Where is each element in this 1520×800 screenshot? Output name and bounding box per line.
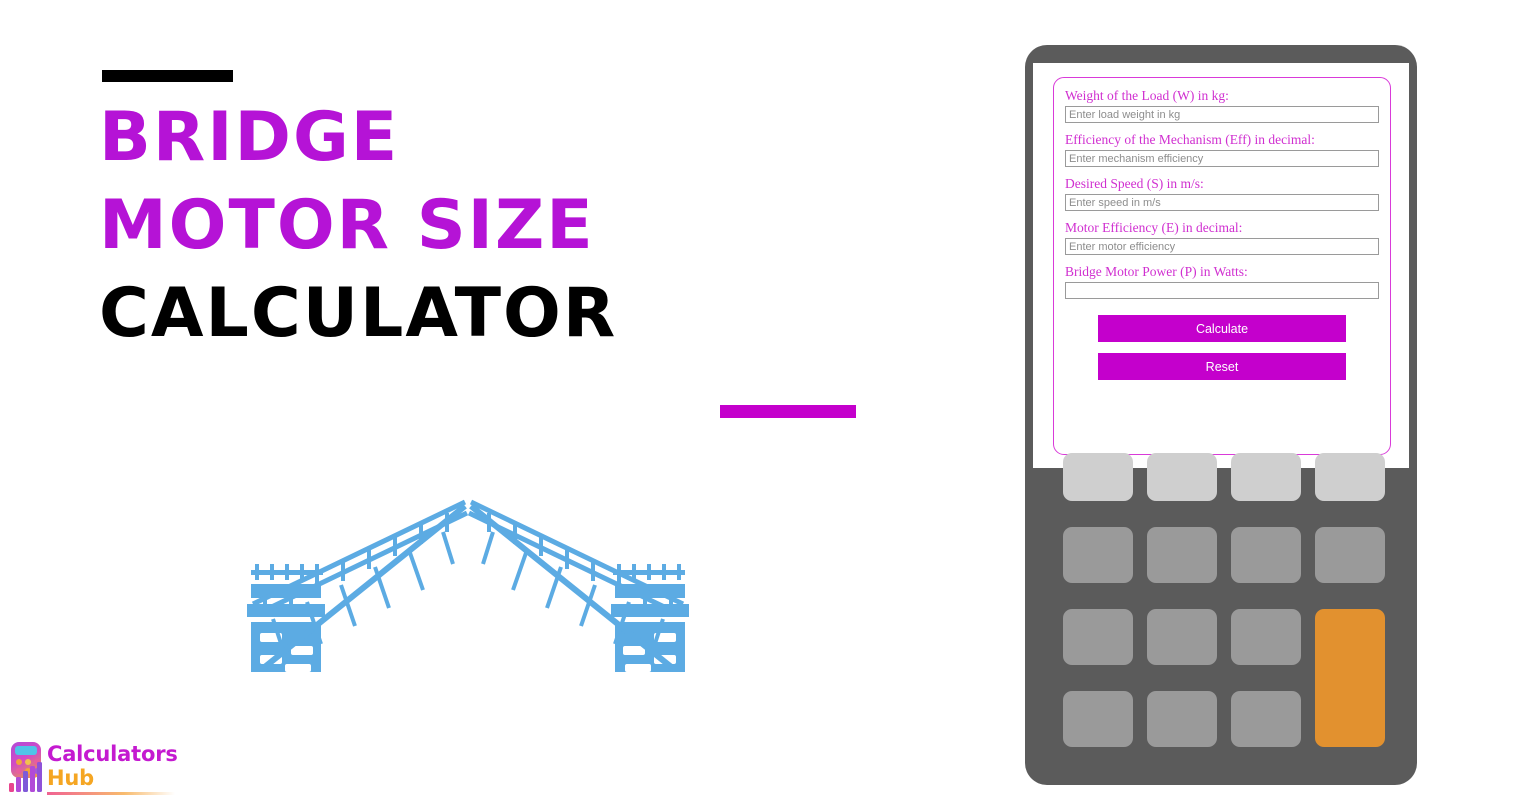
keypad-key-equals[interactable] — [1315, 609, 1385, 747]
keypad-key-r1c1[interactable] — [1063, 453, 1133, 501]
keypad-key-r3c1[interactable] — [1063, 609, 1133, 665]
field-desired-speed: Desired Speed (S) in m/s: — [1065, 176, 1379, 211]
keypad-key-r3c2[interactable] — [1147, 609, 1217, 665]
poster-root: BRIDGE MOTOR SIZE CALCULATOR Calculators… — [0, 0, 1520, 800]
reset-button[interactable]: Reset — [1098, 353, 1346, 380]
keypad-key-r1c3[interactable] — [1231, 453, 1301, 501]
field-motor-efficiency: Motor Efficiency (E) in decimal: — [1065, 220, 1379, 255]
logo-bar-chart — [9, 762, 43, 792]
keypad-key-r2c2[interactable] — [1147, 527, 1217, 583]
field-label: Motor Efficiency (E) in decimal: — [1065, 220, 1243, 235]
calculator-bars-icon — [5, 740, 45, 792]
field-label: Weight of the Load (W) in kg: — [1065, 88, 1229, 103]
field-bridge-motor-power: Bridge Motor Power (P) in Watts: — [1065, 264, 1379, 299]
field-weight-of-load: Weight of the Load (W) in kg: — [1065, 88, 1379, 123]
title-line-1: BRIDGE — [99, 98, 400, 177]
title-top-accent-bar — [102, 70, 233, 82]
logo-text-calculators: Calculators — [47, 742, 178, 766]
field-label: Bridge Motor Power (P) in Watts: — [1065, 264, 1248, 279]
logo-calculator-screen — [15, 746, 37, 755]
keypad-key-r4c1[interactable] — [1063, 691, 1133, 747]
logo-text-hub: Hub — [47, 766, 94, 790]
field-label: Desired Speed (S) in m/s: — [1065, 176, 1204, 191]
weight-of-load-input[interactable] — [1065, 106, 1379, 123]
logo-underline — [47, 792, 175, 795]
logo-wordmark: Calculators Hub — [47, 742, 178, 790]
site-logo[interactable]: Calculators Hub — [5, 740, 185, 798]
keypad-key-r1c4[interactable] — [1315, 453, 1385, 501]
motor-efficiency-input[interactable] — [1065, 238, 1379, 255]
field-label: Efficiency of the Mechanism (Eff) in dec… — [1065, 132, 1315, 147]
calculator-device: Weight of the Load (W) in kg: Efficiency… — [1025, 45, 1417, 785]
keypad-key-r1c2[interactable] — [1147, 453, 1217, 501]
desired-speed-input[interactable] — [1065, 194, 1379, 211]
keypad-key-r2c4[interactable] — [1315, 527, 1385, 583]
keypad-key-r2c3[interactable] — [1231, 527, 1301, 583]
keypad-key-r3c3[interactable] — [1231, 609, 1301, 665]
bridge-motor-power-output[interactable] — [1065, 282, 1379, 299]
title-bottom-accent-bar — [720, 405, 856, 418]
form-actions: Calculate Reset — [1065, 315, 1379, 380]
keypad-key-r4c3[interactable] — [1231, 691, 1301, 747]
mechanism-efficiency-input[interactable] — [1065, 150, 1379, 167]
keypad-key-r4c2[interactable] — [1147, 691, 1217, 747]
title-line-3: CALCULATOR — [99, 274, 618, 353]
title-line-2: MOTOR SIZE — [99, 186, 595, 265]
calculator-form: Weight of the Load (W) in kg: Efficiency… — [1053, 77, 1391, 455]
keypad-key-r2c1[interactable] — [1063, 527, 1133, 583]
calculator-keypad — [1063, 453, 1385, 753]
drawbridge-illustration — [243, 492, 693, 673]
page-title: BRIDGE MOTOR SIZE CALCULATOR — [99, 70, 929, 418]
calculate-button[interactable]: Calculate — [1098, 315, 1346, 342]
calculator-screen: Weight of the Load (W) in kg: Efficiency… — [1033, 63, 1409, 468]
field-mechanism-efficiency: Efficiency of the Mechanism (Eff) in dec… — [1065, 132, 1379, 167]
